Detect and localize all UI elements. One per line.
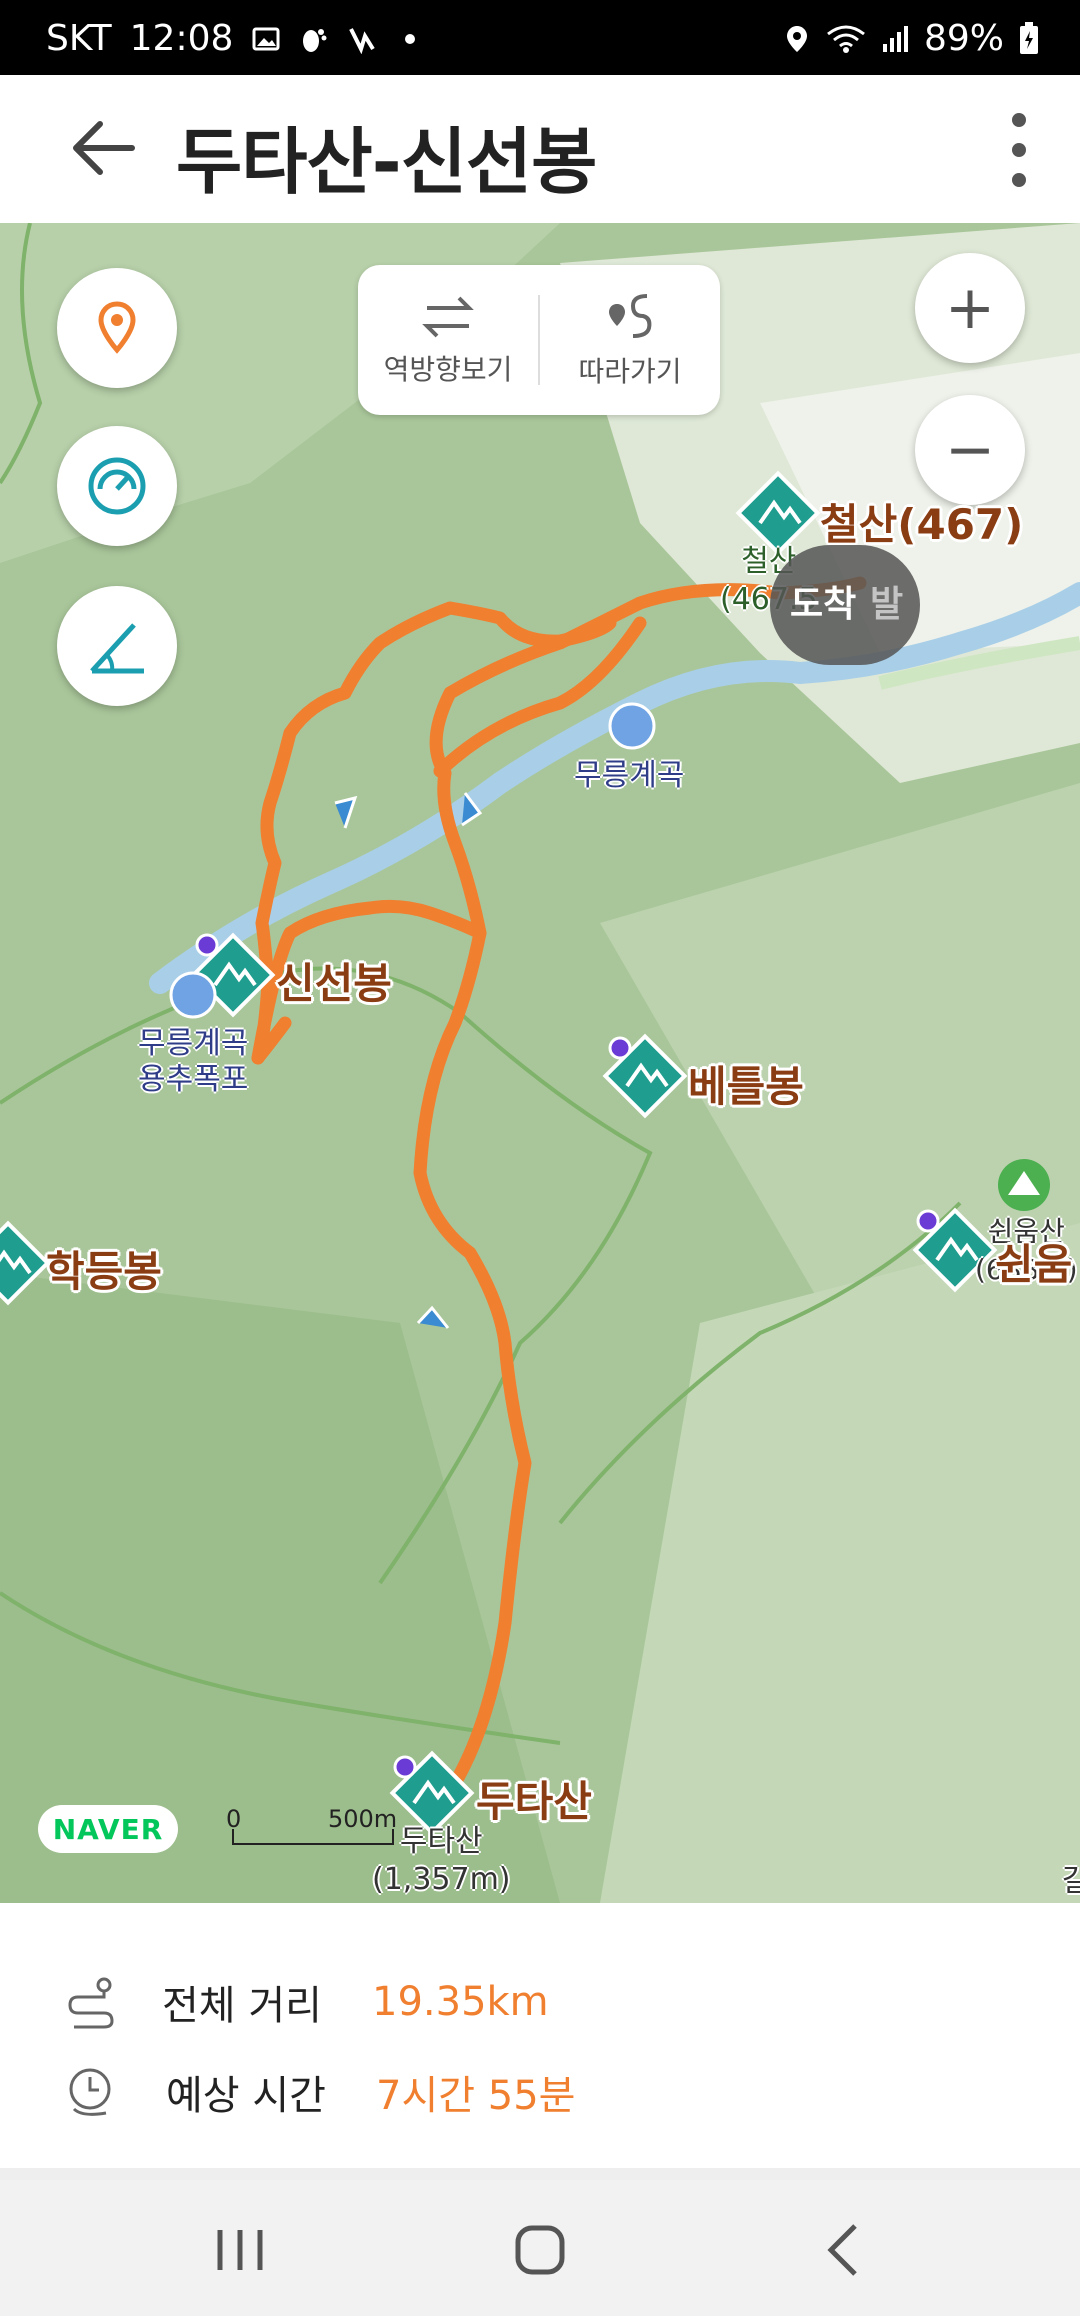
zoom-out-icon: − [944, 415, 996, 485]
zoom-out-button[interactable]: − [915, 395, 1025, 505]
distance-row: 전체 거리 19.35km [66, 1973, 549, 2031]
battery-percent: 89% [923, 18, 1004, 59]
follow-route-icon [609, 294, 652, 338]
scale-bar [232, 1829, 394, 1845]
peak-label-sinseonbong: 신선봉 [276, 959, 392, 1008]
arrow-left-icon[interactable] [62, 113, 142, 183]
place-label-yongchu: 무릉계곡 용추폭포 [138, 1026, 248, 1098]
more-vertical-icon[interactable] [994, 105, 1044, 195]
yongchu-line-2: 용추폭포 [138, 1062, 249, 1097]
clock-icon [69, 2068, 111, 2116]
back-icon[interactable] [805, 2210, 885, 2290]
distance-label: 전체 거리 [162, 1983, 322, 2029]
location-pin-icon [98, 301, 136, 354]
naver-logo: NAVER [38, 1805, 178, 1853]
wifi-icon [827, 25, 865, 53]
peak-label-dutasan: 두타산 [476, 1777, 592, 1826]
divider [0, 2168, 1080, 2180]
arrival-marker[interactable]: 도착 발 [770, 545, 925, 700]
distance-value: 19.35km [372, 1979, 549, 2025]
dutasan-sub-elevation: (1,357m) [372, 1862, 511, 1897]
route-controls: 역방향보기 따라가기 [358, 265, 720, 415]
peak-label-hakdeungbong: 학등봉 [46, 1247, 162, 1296]
time-label: 예상 시간 [166, 2073, 326, 2119]
slope-button[interactable] [57, 586, 177, 706]
peak-label-betelbong: 베틀봉 [688, 1062, 804, 1111]
zoom-in-button[interactable]: + [915, 253, 1025, 363]
map-edge-label: 갈 [1062, 1864, 1080, 1899]
slope-icon [90, 623, 144, 674]
swap-arrows-icon [422, 296, 474, 338]
location-icon [786, 25, 807, 52]
location-pin-button[interactable] [57, 268, 177, 388]
time-row: 예상 시간 7시간 55분 [66, 2063, 575, 2121]
map-view[interactable]: 역방향보기 따라가기 + − 철산(467) 철산 (467.5 도착 발 무릉… [0, 223, 1080, 1903]
status-bar: SKT 12:08 89% [0, 0, 1080, 75]
system-nav-bar [0, 2180, 1080, 2316]
reverse-direction-label: 역방향보기 [383, 353, 513, 386]
footprint-icon [303, 28, 327, 52]
reverse-direction-button[interactable]: 역방향보기 [358, 265, 538, 415]
place-label-mureung-valley: 무릉계곡 [574, 758, 685, 793]
zoom-in-icon: + [944, 273, 996, 343]
follow-route-button[interactable]: 따라가기 [540, 265, 720, 415]
recent-apps-icon[interactable] [200, 2210, 280, 2290]
signal-app-icon [349, 27, 376, 54]
route-distance-icon [68, 1977, 114, 2029]
battery-icon [1020, 21, 1038, 54]
arrival-label: 도착 [790, 584, 857, 625]
yongchu-line-1: 무릉계곡 [138, 1026, 249, 1061]
peak-label-swium: 쉰움 [995, 1240, 1073, 1289]
dot-icon [405, 33, 416, 44]
cell-signal-icon [882, 25, 908, 52]
follow-route-label: 따라가기 [578, 355, 682, 388]
home-icon[interactable] [500, 2210, 580, 2290]
peak-label-cheolsan: 철산(467) [820, 500, 1024, 549]
page-title: 두타산-신선봉 [176, 120, 597, 204]
app-bar: 두타산-신선봉 [0, 75, 1080, 224]
carrier: SKT [46, 18, 112, 59]
departure-label-partial: 발 [870, 584, 904, 625]
image-icon [252, 27, 280, 50]
time-value: 7시간 55분 [376, 2073, 576, 2119]
speed-button[interactable] [57, 426, 177, 546]
speedometer-icon [88, 457, 146, 515]
route-summary: 전체 거리 19.35km 예상 시간 7시간 55분 [0, 1903, 1080, 2168]
map-scale: 0 500m [226, 1805, 397, 1853]
clock: 12:08 [129, 18, 234, 59]
